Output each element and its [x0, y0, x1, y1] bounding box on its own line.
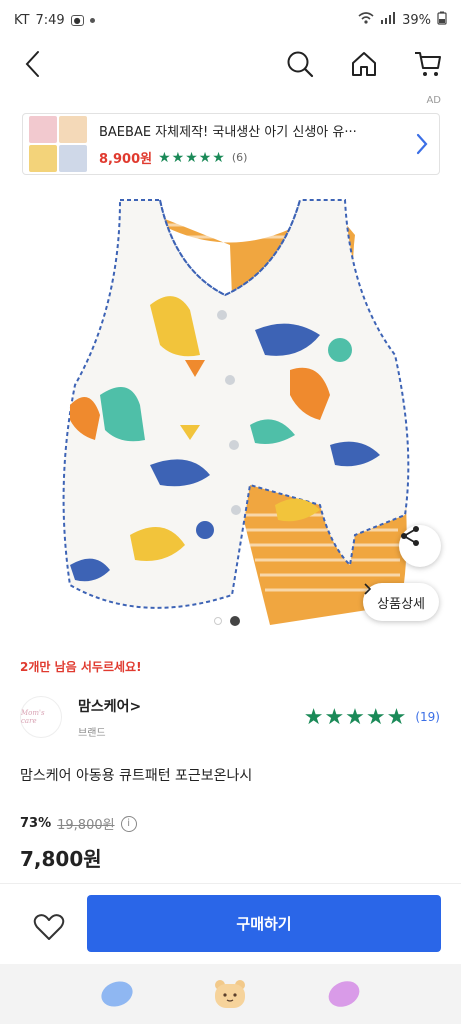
- carousel-indicator: [214, 616, 240, 626]
- search-icon: [287, 51, 314, 78]
- ad-review-count: (6): [231, 151, 248, 164]
- search-button[interactable]: [285, 49, 315, 79]
- product-detail-label: 상품상세: [377, 596, 425, 612]
- ad-banner[interactable]: BAEBAE 자체제작! 국내생산 아기 신생아 유··· 8,900원 ★★★…: [22, 113, 440, 175]
- battery-icon: [437, 11, 447, 29]
- battery-label: 39%: [402, 12, 431, 28]
- bottom-bar: [0, 964, 461, 1024]
- stock-warning: 2개만 남음 서두르세요!: [20, 660, 142, 674]
- home-button[interactable]: [349, 49, 379, 79]
- product-image[interactable]: 상품상세: [0, 185, 461, 635]
- notification-icon: ●: [70, 14, 84, 26]
- carousel-dot-active[interactable]: [230, 616, 240, 626]
- share-icon: [401, 526, 419, 546]
- heart-icon: [33, 914, 65, 940]
- info-icon[interactable]: i: [120, 815, 137, 832]
- product-title: 맘스케어 아동용 큐트패턴 포근보온나시: [20, 768, 253, 784]
- back-button[interactable]: [18, 49, 48, 79]
- wifi-icon: [358, 12, 374, 28]
- carrier-label: KT: [14, 12, 30, 28]
- share-button[interactable]: [399, 525, 441, 567]
- product-detail-button[interactable]: 상품상세: [363, 583, 439, 621]
- home-icon: [352, 52, 376, 76]
- final-price: 7,800원: [20, 847, 102, 871]
- chevron-left-icon: [25, 51, 39, 77]
- rating-stars: ★★★★★: [303, 704, 408, 730]
- original-price: 19,800원: [57, 818, 115, 833]
- ad-stars: ★★★★★: [158, 149, 226, 166]
- bear-face-icon[interactable]: [212, 978, 248, 1010]
- blue-blob-icon[interactable]: [99, 978, 135, 1010]
- ad-title: BAEBAE 자체제작! 국내생산 아기 신생아 유···: [99, 125, 357, 140]
- rating-count: (19): [415, 710, 440, 724]
- price-row: 73% 19,800원 i: [20, 814, 137, 833]
- chevron-right-icon: [364, 583, 372, 595]
- time-label: 7:49: [35, 12, 65, 28]
- ad-chevron-button[interactable]: [411, 133, 433, 155]
- ad-thumbnail: [29, 116, 87, 172]
- top-nav: [0, 40, 461, 88]
- ad-label: AD: [426, 95, 441, 106]
- wishlist-button[interactable]: [26, 904, 72, 950]
- ad-price: 8,900원: [99, 152, 153, 167]
- status-bar: KT 7:49 ● 39%: [0, 0, 461, 40]
- brand-name-link[interactable]: 맘스케어>: [78, 696, 141, 716]
- brand-logo[interactable]: Mom's care: [20, 696, 62, 738]
- cart-icon: [415, 52, 441, 76]
- signal-icon: [380, 12, 396, 28]
- brand-caption: 브랜드: [78, 727, 106, 739]
- status-dot-icon: [89, 17, 95, 23]
- rating[interactable]: ★★★★★ (19): [304, 705, 440, 730]
- purple-blob-icon[interactable]: [326, 978, 362, 1010]
- divider: [0, 883, 461, 884]
- cart-button[interactable]: [413, 49, 443, 79]
- vest-illustration: [62, 199, 410, 625]
- chevron-right-icon: [416, 133, 428, 155]
- brand-row: Mom's care 맘스케어> 브랜드 ★★★★★ (19): [20, 692, 440, 742]
- carousel-dot[interactable]: [214, 617, 222, 625]
- discount-rate: 73%: [20, 816, 52, 831]
- buy-button[interactable]: 구매하기: [87, 895, 441, 952]
